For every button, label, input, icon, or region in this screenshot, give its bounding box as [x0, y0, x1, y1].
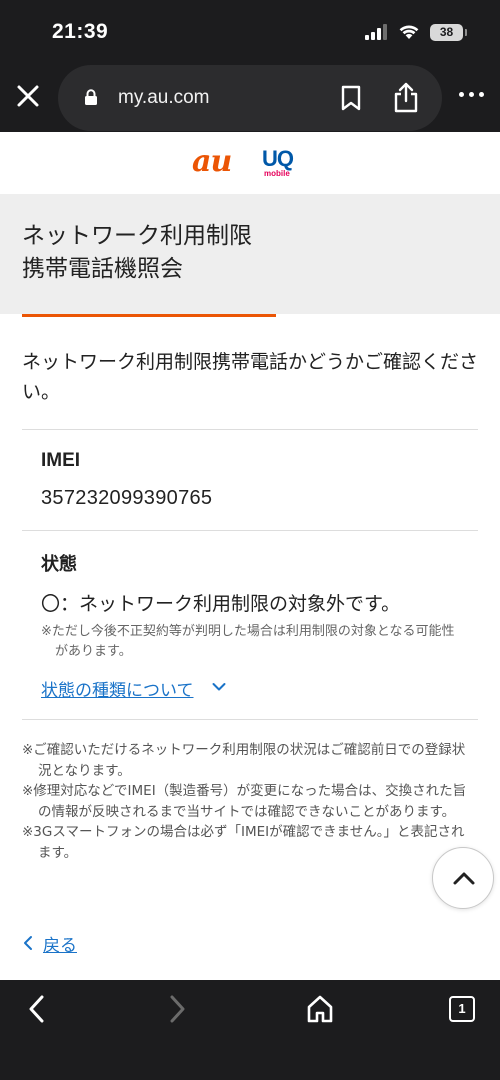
page-title-band: ネットワーク利用制限 携帯電話機照会	[0, 194, 500, 314]
address-bar[interactable]: my.au.com	[58, 65, 442, 131]
close-icon[interactable]	[14, 82, 42, 110]
signal-icon	[365, 24, 389, 40]
note-item: ※3Gスマートフォンの場合は必ず「IMEIが確認できません。」と表記されます。	[22, 824, 465, 861]
share-icon[interactable]	[392, 81, 420, 113]
battery-indicator: 38	[430, 24, 467, 41]
page-title-line1: ネットワーク利用制限	[22, 223, 252, 249]
url-text[interactable]: my.au.com	[118, 87, 210, 109]
back-link[interactable]: 戻る	[43, 931, 77, 956]
divider	[22, 719, 478, 720]
more-icon[interactable]	[459, 92, 485, 100]
wifi-icon	[399, 25, 419, 39]
note-item: ※修理対応などでIMEI（製造番号）が変更になった場合は、交換された旨の情報が反…	[22, 783, 467, 820]
status-time: 21:39	[52, 20, 109, 43]
uq-mobile-label: mobile	[264, 169, 290, 178]
brand-header: au UQ mobile	[0, 132, 500, 194]
status-bar: 21:39 38	[0, 0, 500, 62]
chevron-right-icon[interactable]	[166, 994, 188, 1024]
scroll-to-top-button[interactable]	[432, 847, 494, 909]
status-note: ※ただし今後不正契約等が判明した場合は利用制限の対象となる可能性があります。	[41, 624, 455, 659]
intro-text: ネットワーク利用制限携帯電話かどうかご確認ください。	[22, 351, 479, 403]
au-logo: au	[192, 144, 232, 179]
divider	[22, 429, 478, 430]
page-title: ネットワーク利用制限 携帯電話機照会	[22, 220, 462, 286]
tabs-button[interactable]: 1	[449, 996, 475, 1022]
chevron-left-icon[interactable]	[22, 935, 34, 951]
browser-toolbar: my.au.com	[0, 62, 500, 132]
page-title-line2: 携帯電話機照会	[22, 256, 183, 282]
status-types-link[interactable]: 状態の種類について	[41, 676, 194, 701]
browser-bottom-bar: 1	[0, 980, 500, 1080]
chevron-down-icon[interactable]	[212, 681, 226, 693]
imei-label: IMEI	[41, 450, 81, 471]
imei-value: 357232099390765	[41, 487, 213, 509]
note-item: ※ご確認いただけるネットワーク利用制限の状況はご確認前日での登録状況となります。	[22, 742, 466, 779]
home-icon[interactable]	[306, 994, 334, 1024]
chevron-left-icon[interactable]	[26, 994, 48, 1024]
bookmark-icon[interactable]	[340, 85, 362, 111]
title-underline	[22, 314, 276, 317]
notes-list: ※ご確認いただけるネットワーク利用制限の状況はご確認前日での登録状況となります。…	[22, 740, 470, 863]
chevron-up-icon	[453, 872, 475, 885]
status-value: 〇：ネットワーク利用制限の対象外です。	[41, 593, 401, 615]
status-label: 状態	[41, 554, 77, 575]
lock-icon	[85, 89, 97, 105]
divider	[22, 530, 478, 531]
